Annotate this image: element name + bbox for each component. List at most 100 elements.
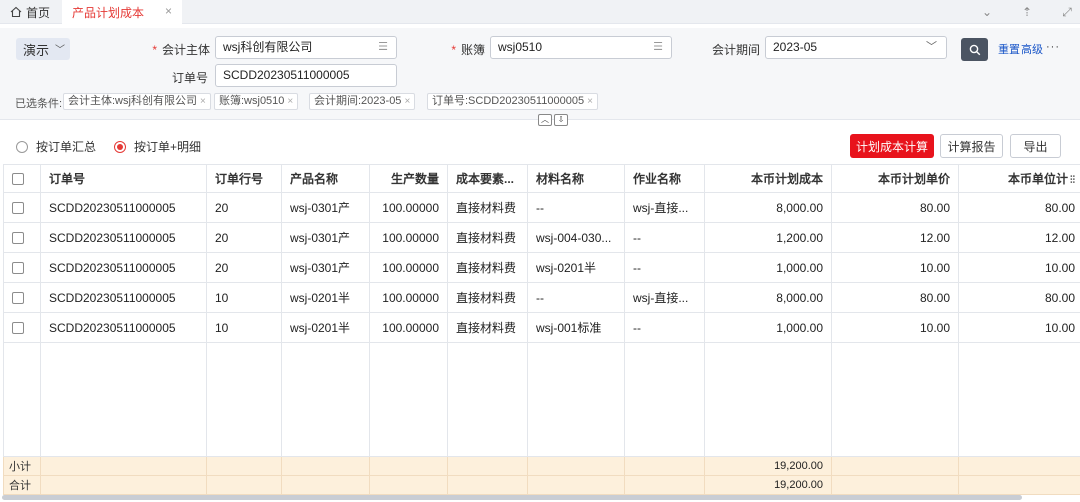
selected-conditions-label: 已选条件:: [15, 98, 63, 110]
cell-activity-name: wsj-直接...: [624, 282, 705, 313]
total-plan-cost: 19,200.00: [704, 475, 832, 495]
tab-product-plan-cost[interactable]: 产品计划成本 ×: [62, 0, 182, 24]
order-field[interactable]: SCDD20230511000005: [215, 64, 397, 87]
cell-activity-name: --: [624, 312, 705, 343]
cell-cost-element: 直接材料费: [447, 252, 528, 283]
radio-detail-label[interactable]: 按订单+明细: [134, 138, 201, 155]
cell-product-name: wsj-0301产: [281, 252, 370, 283]
condition-chip[interactable]: 会计期间:2023-05 ×: [309, 93, 416, 110]
row-checkbox[interactable]: [3, 252, 41, 283]
ledger-label: * 账簿: [451, 43, 485, 57]
col-header-order-no[interactable]: 订单号: [40, 164, 207, 193]
cell-order-no: SCDD20230511000005: [40, 282, 207, 313]
fullscreen-icon[interactable]: ⤢: [1060, 5, 1074, 20]
search-button[interactable]: [961, 38, 988, 61]
cell-unit-cost: 10.00: [958, 312, 1080, 343]
upload-icon[interactable]: ⇡: [1020, 5, 1034, 19]
scheme-select[interactable]: 演示 ﹀: [16, 38, 70, 60]
col-header-quantity[interactable]: 生产数量: [369, 164, 448, 193]
tab-active-label: 产品计划成本: [72, 5, 145, 20]
col-header-plan-cost[interactable]: 本币计划成本: [704, 164, 832, 193]
chevron-down-icon[interactable]: ⌄: [980, 5, 994, 19]
company-field[interactable]: wsj科创有限公司 ☰: [215, 36, 397, 59]
table-header-row: 订单号 订单行号 产品名称 生产数量 成本要素... 材料名称 作业名称 本币计…: [3, 164, 1080, 193]
table-row[interactable]: SCDD20230511000005 10 wsj-0201半 100.0000…: [3, 282, 1080, 313]
col-header-line-no[interactable]: 订单行号: [206, 164, 282, 193]
cell-quantity: 100.00000: [369, 192, 448, 223]
cell-quantity: 100.00000: [369, 312, 448, 343]
condition-chip[interactable]: 会计主体:wsj科创有限公司 ×: [63, 93, 211, 110]
list-icon[interactable]: ☰: [653, 37, 663, 58]
row-checkbox[interactable]: [3, 192, 41, 223]
table-row[interactable]: SCDD20230511000005 20 wsj-0301产 100.0000…: [3, 222, 1080, 253]
arrow-down-icon[interactable]: ⇩: [554, 114, 568, 126]
cell-cost-element: 直接材料费: [447, 222, 528, 253]
advanced-link[interactable]: 高级: [1021, 41, 1043, 57]
condition-chip[interactable]: 账簿:wsj0510 ×: [214, 93, 299, 110]
chevron-up-icon[interactable]: ︿: [538, 114, 552, 126]
cell-unit-cost: 80.00: [958, 282, 1080, 313]
cell-unit-cost: 10.00: [958, 252, 1080, 283]
period-select[interactable]: 2023-05 ﹀: [765, 36, 947, 59]
subtotal-plan-cost: 19,200.00: [704, 456, 832, 476]
export-button[interactable]: 导出: [1010, 134, 1061, 158]
cell-plan-price: 80.00: [831, 282, 959, 313]
cell-quantity: 100.00000: [369, 282, 448, 313]
cell-plan-price: 12.00: [831, 222, 959, 253]
subtotal-label: 小计: [3, 456, 41, 476]
select-all-checkbox[interactable]: [3, 164, 41, 193]
condition-chip[interactable]: 订单号:SCDD20230511000005 ×: [427, 93, 598, 110]
row-checkbox[interactable]: [3, 282, 41, 313]
close-icon[interactable]: ×: [165, 4, 172, 18]
col-header-material-name[interactable]: 材料名称: [527, 164, 625, 193]
chevron-down-icon: ﹀: [926, 41, 937, 53]
cell-line-no: 20: [206, 252, 282, 283]
list-icon[interactable]: ☰: [378, 37, 388, 58]
col-header-activity-name[interactable]: 作业名称: [624, 164, 705, 193]
row-checkbox[interactable]: [3, 312, 41, 343]
cell-product-name: wsj-0201半: [281, 312, 370, 343]
cell-order-no: SCDD20230511000005: [40, 312, 207, 343]
radio-summary-label[interactable]: 按订单汇总: [36, 138, 96, 155]
col-header-cost-element[interactable]: 成本要素...: [447, 164, 528, 193]
radio-detail[interactable]: [114, 140, 127, 153]
order-label: 订单号: [171, 71, 208, 85]
cell-plan-cost: 8,000.00: [704, 192, 832, 223]
cell-activity-name: wsj-直接...: [624, 192, 705, 223]
filter-panel: 演示 ﹀ * 会计主体 wsj科创有限公司 ☰ * 账簿 wsj0510 ☰ 会计期…: [0, 28, 1080, 126]
radio-summary[interactable]: [16, 140, 28, 153]
more-icon[interactable]: ···: [1046, 41, 1060, 53]
row-checkbox[interactable]: [3, 222, 41, 253]
cell-activity-name: --: [624, 222, 705, 253]
column-settings-icon[interactable]: ⫶⫶: [1070, 175, 1075, 186]
horizontal-scrollbar[interactable]: [2, 495, 1022, 500]
cell-plan-cost: 1,000.00: [704, 252, 832, 283]
table-row[interactable]: SCDD20230511000005 20 wsj-0301产 100.0000…: [3, 192, 1080, 223]
table-row[interactable]: SCDD20230511000005 20 wsj-0301产 100.0000…: [3, 252, 1080, 283]
cell-plan-price: 80.00: [831, 192, 959, 223]
close-icon: ×: [199, 96, 206, 107]
calc-report-button[interactable]: 计算报告: [940, 134, 1003, 158]
col-header-plan-price[interactable]: 本币计划单价: [831, 164, 959, 193]
cell-plan-cost: 8,000.00: [704, 282, 832, 313]
panel-collapse-toggle[interactable]: ︿ ⇩: [538, 114, 568, 126]
cell-order-no: SCDD20230511000005: [40, 252, 207, 283]
scheme-label: 演示: [23, 42, 50, 58]
period-label: 会计期间: [711, 43, 760, 57]
table-row[interactable]: SCDD20230511000005 10 wsj-0201半 100.0000…: [3, 312, 1080, 343]
total-row: 合计 19,200.00: [3, 475, 1080, 495]
cell-line-no: 10: [206, 282, 282, 313]
cell-plan-cost: 1,000.00: [704, 312, 832, 343]
close-icon: ×: [587, 96, 593, 107]
reset-link[interactable]: 重置: [998, 41, 1020, 57]
tab-home[interactable]: 首页: [0, 0, 60, 24]
cell-cost-element: 直接材料费: [447, 192, 528, 223]
col-header-product-name[interactable]: 产品名称: [281, 164, 370, 193]
calc-plan-cost-button[interactable]: 计划成本计算: [850, 134, 934, 158]
cell-unit-cost: 12.00: [958, 222, 1080, 253]
tab-home-label: 首页: [26, 5, 51, 20]
col-header-unit-cost[interactable]: 本币单位计 ⫶⫶: [958, 164, 1080, 193]
ledger-field[interactable]: wsj0510 ☰: [490, 36, 672, 59]
cell-material-name: wsj-001标准: [527, 312, 625, 343]
cell-material-name: --: [527, 192, 625, 223]
